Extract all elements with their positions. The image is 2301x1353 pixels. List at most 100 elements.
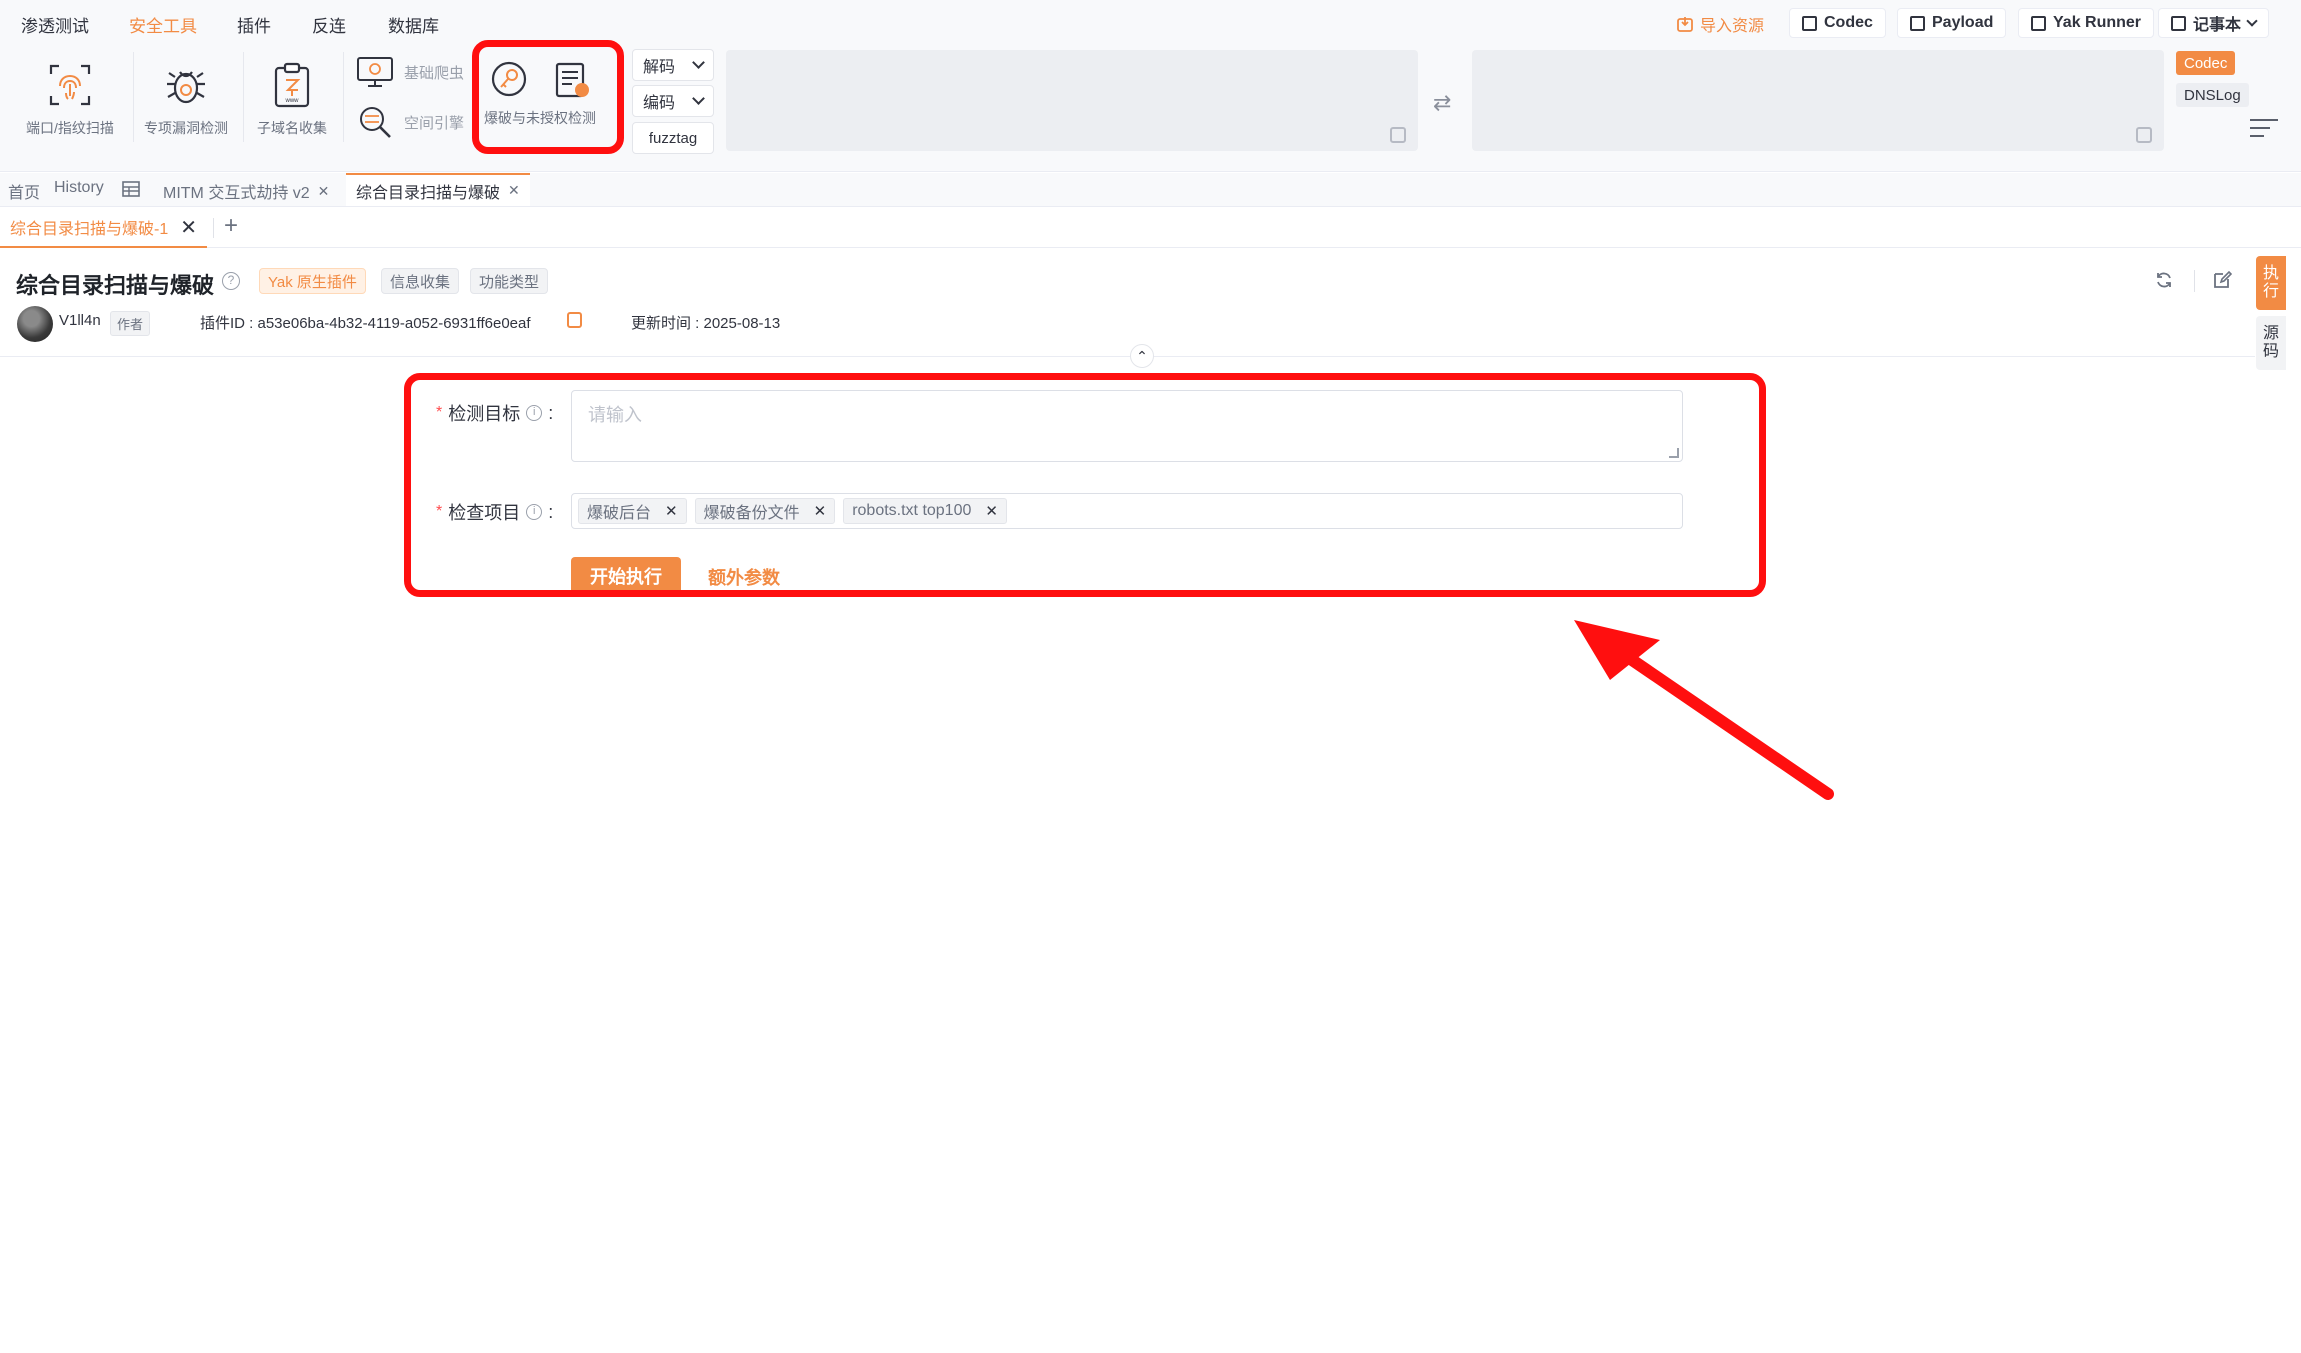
start-execute-button[interactable]: 开始执行 [571,557,681,595]
codec-icon [1802,15,1817,31]
subtab-dir-scan-1[interactable]: 综合目录扫描与爆破-1 ✕ [0,208,207,248]
target-input[interactable]: 请输入 [571,390,1683,462]
annotation-arrow [1574,620,1834,800]
decode-dropdown[interactable]: 解码 [632,49,714,81]
tool-subdomain[interactable]: www 子域名收集 [257,60,327,138]
notebook-label: 记事本 [2193,17,2242,34]
monitor-icon [357,57,393,87]
items-label: * 检查项目 i : [436,499,553,525]
check-items-select[interactable]: 爆破后台 ✕ 爆破备份文件 ✕ robots.txt top100 ✕ [571,493,1683,529]
side-tab-source[interactable]: 源码 [2256,316,2286,370]
extra-params-button[interactable]: 额外参数 [708,564,780,590]
fuzztag-button[interactable]: fuzztag [632,122,714,154]
tool-space-engine-label: 空间引擎 [404,114,465,132]
clipboard-icon: www [274,62,310,108]
encode-dropdown[interactable]: 编码 [632,85,714,117]
codec-label: Codec [1824,14,1873,31]
tool-vuln-detect-label: 专项漏洞检测 [144,120,228,136]
bug-icon [167,71,205,104]
terminal-icon [2031,15,2046,31]
tool-vuln-detect[interactable]: 专项漏洞检测 [144,60,228,138]
codec-input-area[interactable] [726,50,1418,151]
target-label: * 检测目标 i : [436,400,553,426]
copy-icon[interactable] [1390,127,1406,143]
menu-reverse[interactable]: 反连 [312,12,346,37]
chip-brute-backup: 爆破备份文件 ✕ [694,498,836,524]
side-src-char-2: 码 [2262,343,2279,360]
collapse-toolbar-icon[interactable] [2250,119,2278,143]
chip-label: robots.txt top100 [852,502,972,519]
menu-security-tools[interactable]: 安全工具 [129,12,197,37]
codec-tab[interactable]: Codec [2176,51,2236,75]
top-toolbar: 渗透测试 安全工具 插件 反连 数据库 导入资源 Codec Payload Y… [0,0,2301,172]
chip-brute-backend: 爆破后台 ✕ [578,498,687,524]
copy-icon[interactable] [2136,127,2152,143]
target-placeholder: 请输入 [588,405,642,425]
plugin-id: 插件ID : a53e06ba-4b32-4119-a052-6931ff6e0… [200,315,531,332]
side-tab-execute[interactable]: 执行 [2256,256,2286,310]
side-exec-char-2: 行 [2262,283,2279,300]
menu-plugins[interactable]: 插件 [237,12,271,37]
target-label-text: 检测目标 [448,404,521,424]
tab-dir-scan-label: 综合目录扫描与爆破 [356,184,501,202]
import-label: 导入资源 [1700,18,1765,35]
tool-port-scan[interactable]: 端口/指纹扫描 [26,60,114,138]
info-icon[interactable]: i [526,504,543,520]
close-icon[interactable]: ✕ [508,182,520,199]
tag-info-gathering: 信息收集 [381,268,460,294]
swap-icon[interactable]: ⇄ [1433,90,1451,116]
table-icon[interactable] [122,181,140,197]
tab-dir-scan[interactable]: 综合目录扫描与爆破 ✕ [346,173,530,206]
edit-icon[interactable] [2212,270,2232,290]
update-time: 更新时间 : 2025-08-13 [631,315,781,332]
main-tab-bar: 首页 History MITM 交互式劫持 v2 ✕ 综合目录扫描与爆破 ✕ [0,173,2301,207]
key-search-icon [491,61,526,97]
dnslog-tab[interactable]: DNSLog [2176,83,2249,107]
close-icon[interactable]: ✕ [318,183,330,200]
codec-button[interactable]: Codec [1789,8,1886,38]
svg-text:www: www [285,98,300,104]
notebook-button[interactable]: 记事本 [2158,8,2270,38]
chevron-down-icon [2246,15,2258,27]
chevron-down-icon [692,56,705,69]
close-icon[interactable]: ✕ [814,502,827,520]
import-icon [1677,17,1693,32]
refresh-icon[interactable] [2154,270,2174,290]
plugin-title: 综合目录扫描与爆破 [16,273,215,298]
required-mark: * [436,404,443,421]
collapse-up-icon[interactable]: ⌃ [1130,344,1154,368]
chip-robots: robots.txt top100 ✕ [843,498,1007,524]
tab-home[interactable]: 首页 [8,179,40,203]
close-icon[interactable]: ✕ [665,502,678,520]
notebook-icon [2171,15,2186,31]
tool-crawler[interactable]: 基础爬虫 [356,56,464,88]
payload-button[interactable]: Payload [1897,8,2007,38]
menu-pentest[interactable]: 渗透测试 [21,12,89,37]
items-label-text: 检查项目 [448,503,521,523]
tag-yak-native: Yak 原生插件 [259,268,366,294]
info-icon[interactable]: i [526,405,543,421]
encode-label: 编码 [643,95,676,112]
copy-icon[interactable] [567,312,582,328]
tool-crawler-label: 基础爬虫 [404,64,465,82]
close-icon[interactable]: ✕ [180,215,197,240]
codec-output-area[interactable] [1472,50,2164,151]
tab-mitm[interactable]: MITM 交互式劫持 v2 ✕ [163,179,329,203]
add-tab-icon[interactable]: + [224,212,238,240]
tab-history[interactable]: History [54,179,104,197]
payload-label: Payload [1932,14,1994,31]
required-mark: * [436,503,443,520]
author-badge: 作者 [110,311,151,336]
tool-space-engine[interactable]: 空间引擎 [356,104,464,140]
import-resources-link[interactable]: 导入资源 [1676,12,1764,36]
tool-brute-unauth[interactable]: 爆破与未授权检测 [484,60,596,128]
sub-tab-bar: 综合目录扫描与爆破-1 ✕ + [0,208,2301,248]
chip-label: 爆破后台 [587,505,652,522]
help-icon[interactable]: ? [222,272,240,290]
close-icon[interactable]: ✕ [985,502,998,520]
tab-mitm-label: MITM 交互式劫持 v2 [163,185,310,202]
yak-runner-label: Yak Runner [2053,14,2142,31]
menu-database[interactable]: 数据库 [388,12,439,37]
author-name: V1ll4n [59,312,101,329]
yak-runner-button[interactable]: Yak Runner [2018,8,2155,38]
